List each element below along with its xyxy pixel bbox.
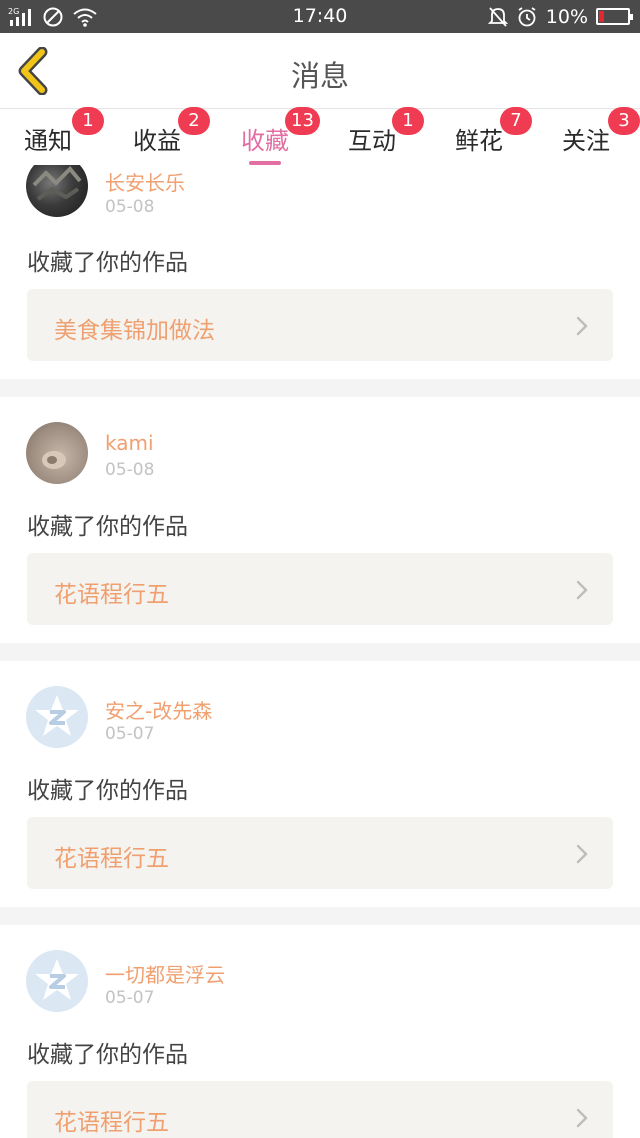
tab-label: 关注 [562,127,610,155]
work-link[interactable]: 花语程行五 [27,553,613,625]
badge-count: 13 [285,107,320,135]
tab-favorites[interactable]: 收藏 13 [241,107,320,165]
mute-icon [487,6,508,27]
battery-percent: 10% [545,5,588,28]
date: 05-08 [105,197,155,217]
date: 05-07 [105,724,155,744]
chevron-right-icon [576,316,588,336]
avatar[interactable] [26,950,88,1012]
work-link[interactable]: 花语程行五 [27,1081,613,1138]
avatar[interactable] [26,686,88,748]
message-list: 长安长乐 05-08 收藏了你的作品 美食集锦加做法 kami 05-08 收藏… [0,165,640,1138]
battery-icon [596,8,633,25]
alarm-icon [518,6,536,26]
list-item: 安之-改先森 05-07 收藏了你的作品 花语程行五 [0,661,640,907]
list-item: 一切都是浮云 05-07 收藏了你的作品 花语程行五 [0,925,640,1138]
avatar[interactable] [26,165,88,217]
avatar-image [42,451,66,469]
tab-label: 收益 [133,127,181,155]
tab-label: 通知 [24,127,72,155]
chevron-right-icon [576,580,588,600]
tab-earnings[interactable]: 收益 2 [133,107,210,161]
tab-label: 鲜花 [455,127,503,155]
username[interactable]: 安之-改先森 [105,695,212,724]
tab-notice[interactable]: 通知 1 [24,107,104,161]
work-title: 美食集锦加做法 [54,318,215,344]
default-avatar-icon [35,959,79,1000]
tab-label: 互动 [348,127,396,155]
tab-flowers[interactable]: 鲜花 7 [455,107,532,161]
chevron-right-icon [576,1108,588,1128]
default-avatar-icon [35,695,79,736]
date: 05-08 [105,460,155,480]
list-item: kami 05-08 收藏了你的作品 花语程行五 [0,397,640,643]
avatar[interactable] [26,422,88,484]
date: 05-07 [105,988,155,1008]
page-title: 消息 [290,59,349,93]
work-link[interactable]: 花语程行五 [27,817,613,889]
tab-following[interactable]: 关注 3 [562,107,640,161]
action-text: 收藏了你的作品 [27,250,188,276]
tab-bar: 通知 1 收益 2 收藏 13 互动 1 鲜花 7 关注 3 [0,107,640,165]
status-bar: 2G 17:40 10% [0,0,640,33]
action-text: 收藏了你的作品 [27,778,188,804]
username[interactable]: 一切都是浮云 [105,959,225,988]
badge-count: 2 [178,107,210,135]
work-title: 花语程行五 [54,1110,169,1136]
badge-count: 1 [392,107,424,135]
action-text: 收藏了你的作品 [27,1042,188,1068]
tab-label: 收藏 [241,127,289,155]
header: 消息 [0,33,640,109]
action-text: 收藏了你的作品 [27,514,188,540]
badge-count: 1 [72,107,104,135]
username[interactable]: 长安长乐 [105,167,185,196]
badge-count: 3 [608,107,640,135]
tab-interactions[interactable]: 互动 1 [348,107,424,161]
list-item: 长安长乐 05-08 收藏了你的作品 美食集锦加做法 [0,165,640,379]
avatar-image [32,166,82,201]
username[interactable]: kami [105,431,154,455]
chevron-right-icon [576,844,588,864]
badge-count: 7 [500,107,532,135]
work-title: 花语程行五 [54,846,169,872]
work-title: 花语程行五 [54,582,169,608]
work-link[interactable]: 美食集锦加做法 [27,289,613,361]
